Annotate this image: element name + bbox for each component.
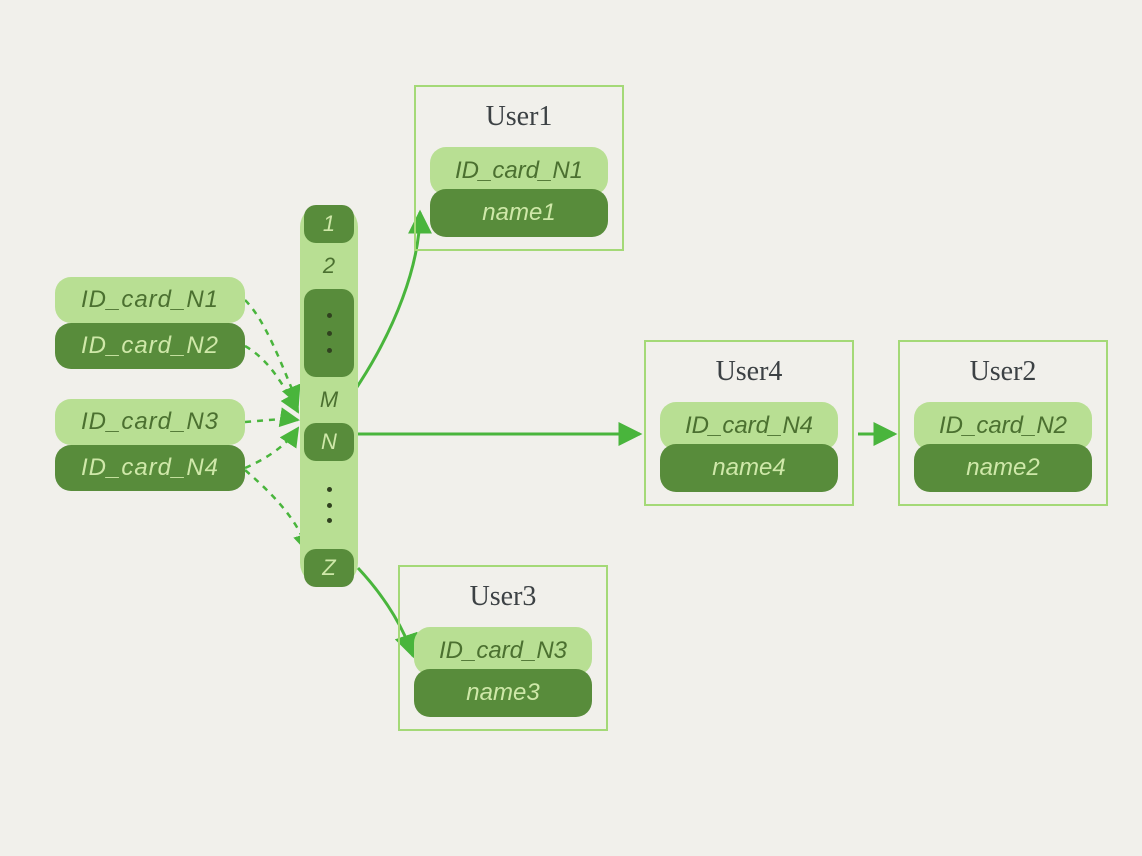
user1-id: ID_card_N1 (430, 147, 608, 195)
hash-slot-m-label: M (320, 387, 338, 413)
user2-card: User2 ID_card_N2 name2 (898, 340, 1108, 506)
arrow-id4-to-z (245, 470, 308, 552)
arrow-id2-to-hash (245, 346, 298, 412)
arrow-id4-to-hash (245, 428, 298, 468)
id-input-2-label: ID_card_N2 (81, 332, 219, 360)
user1-name: name1 (430, 189, 608, 237)
hash-slot-2: 2 (304, 247, 354, 285)
id-input-2: ID_card_N2 (55, 323, 245, 369)
id-input-1-label: ID_card_N1 (81, 286, 219, 314)
user2-name: name2 (914, 444, 1092, 492)
hash-slot-z-label: Z (322, 555, 335, 581)
hash-ellipsis-upper (304, 289, 354, 377)
id-input-3: ID_card_N3 (55, 399, 245, 445)
hash-slot-n: N (304, 423, 354, 461)
user3-name: name3 (414, 669, 592, 717)
hash-slot-2-label: 2 (323, 253, 335, 279)
user4-card: User4 ID_card_N4 name4 (644, 340, 854, 506)
user1-card: User1 ID_card_N1 name1 (414, 85, 624, 251)
user2-title: User2 (908, 356, 1098, 388)
user3-title: User3 (408, 581, 598, 613)
arrow-id1-to-hash (245, 300, 298, 404)
user3-id: ID_card_N3 (414, 627, 592, 675)
user4-title: User4 (654, 356, 844, 388)
id-input-4: ID_card_N4 (55, 445, 245, 491)
hash-slot-z: Z (304, 549, 354, 587)
hash-slot-1-label: 1 (323, 211, 335, 237)
user3-card: User3 ID_card_N3 name3 (398, 565, 608, 731)
hash-slot-m: M (304, 381, 354, 419)
arrow-hash-to-user1 (355, 212, 420, 390)
user4-id: ID_card_N4 (660, 402, 838, 450)
id-input-4-label: ID_card_N4 (81, 454, 219, 482)
arrow-id3-to-hash (245, 419, 298, 422)
hash-slot-n-label: N (321, 429, 337, 455)
id-input-3-label: ID_card_N3 (81, 408, 219, 436)
user2-id: ID_card_N2 (914, 402, 1092, 450)
user4-name: name4 (660, 444, 838, 492)
user1-title: User1 (424, 101, 614, 133)
hash-slot-1: 1 (304, 205, 354, 243)
diagram-stage: { "id_inputs": { "items": ["ID_card_N1",… (0, 0, 1142, 856)
hash-ellipsis-lower (304, 465, 354, 545)
id-input-1: ID_card_N1 (55, 277, 245, 323)
